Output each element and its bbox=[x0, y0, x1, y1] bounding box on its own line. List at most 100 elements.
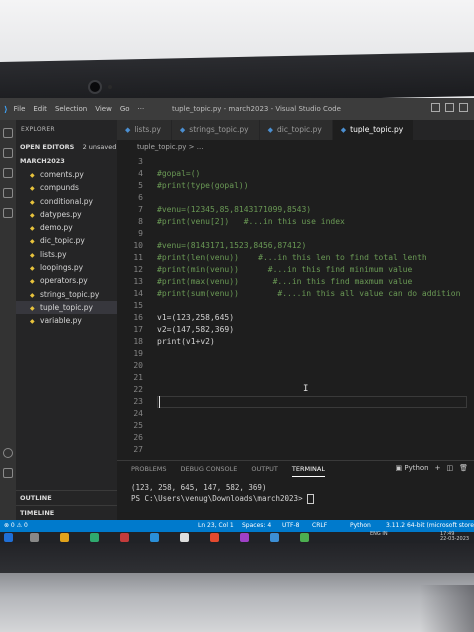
add-terminal-icon[interactable]: + bbox=[435, 464, 441, 472]
app-icon-blue[interactable] bbox=[150, 533, 159, 542]
python-interpreter[interactable]: 3.11.2 64-bit (microsoft store bbox=[386, 520, 474, 532]
terminal-shell-label[interactable]: ▣ Python bbox=[396, 464, 429, 472]
line-number: 27 bbox=[133, 445, 143, 454]
code-line: 14 #print(sum(venu)) #....in this all val… bbox=[117, 288, 460, 300]
panel-tab[interactable]: DEBUG CONSOLE bbox=[180, 461, 237, 477]
menu-item[interactable]: Selection bbox=[55, 105, 87, 113]
unsaved-badge: 2 unsaved bbox=[82, 143, 117, 151]
file-name: conditional.py bbox=[40, 196, 93, 206]
line-text: #print(max(venu)) #...in this find maxmu… bbox=[157, 277, 413, 286]
line-text: v1=(123,258,645) bbox=[157, 313, 235, 322]
clock-date[interactable]: 22-03-2023 bbox=[440, 536, 469, 543]
menu-item[interactable]: Edit bbox=[33, 105, 47, 113]
explorer-icon[interactable] bbox=[3, 128, 13, 138]
menu-item[interactable]: File bbox=[14, 105, 26, 113]
panel-tab[interactable]: OUTPUT bbox=[251, 461, 278, 477]
file-item[interactable]: ◆ datypes.py bbox=[16, 208, 117, 221]
app-icon-white[interactable] bbox=[180, 533, 189, 542]
line-number: 16 bbox=[133, 313, 143, 322]
file-item[interactable]: ◆ lists.py bbox=[16, 248, 117, 261]
file-item[interactable]: ◆ demo.py bbox=[16, 221, 117, 234]
indentation[interactable]: Spaces: 4 bbox=[242, 520, 271, 532]
terminal-output[interactable]: (123, 258, 645, 147, 582, 369) PS C:\Use… bbox=[117, 482, 474, 504]
gear-icon[interactable] bbox=[3, 468, 13, 478]
python-file-icon: ◆ bbox=[30, 238, 35, 246]
code-line: 6 bbox=[117, 192, 157, 204]
trash-icon[interactable]: 🗑 bbox=[459, 464, 468, 472]
tab-label: strings_topic.py bbox=[189, 125, 249, 134]
toggle-secondary-icon[interactable] bbox=[459, 103, 468, 112]
line-text: print(v1+v2) bbox=[157, 337, 215, 346]
line-number: 13 bbox=[133, 277, 143, 286]
app-icon-purple[interactable] bbox=[240, 533, 249, 542]
cursor-position[interactable]: Ln 23, Col 1 bbox=[198, 520, 234, 532]
file-item[interactable]: ◆ coments.py bbox=[16, 168, 117, 181]
editor-tab[interactable]: ◆ dic_topic.py bbox=[259, 120, 333, 140]
editor-tab[interactable]: ◆ tuple_topic.py bbox=[332, 120, 415, 140]
editor-tab[interactable]: ◆ lists.py bbox=[117, 120, 172, 140]
file-item[interactable]: ◆ tuple_topic.py bbox=[16, 300, 117, 315]
file-name: strings_topic.py bbox=[40, 289, 100, 299]
windows-start-icon[interactable] bbox=[4, 533, 13, 542]
menu-item[interactable]: View bbox=[95, 105, 112, 113]
window-title: tuple_topic.py - march2023 - Visual Stud… bbox=[172, 105, 341, 113]
file-item[interactable]: ◆ dic_topic.py bbox=[16, 234, 117, 247]
open-editors-section[interactable]: OPEN EDITORS 2 unsaved bbox=[16, 140, 117, 154]
encoding[interactable]: UTF-8 bbox=[282, 520, 300, 532]
vscode-taskbar-icon[interactable] bbox=[270, 533, 279, 542]
file-name: operators.py bbox=[40, 276, 88, 286]
editor-tab[interactable]: ◆ strings_topic.py bbox=[171, 120, 260, 140]
code-line: 5 #print(type(gopal)) bbox=[117, 180, 249, 192]
panel-tab[interactable]: PROBLEMS bbox=[131, 461, 166, 477]
python-file-icon: ◆ bbox=[125, 126, 131, 134]
file-item[interactable]: ◆ compunds bbox=[16, 181, 117, 194]
python-file-icon: ◆ bbox=[30, 304, 35, 312]
python-file-icon: ◆ bbox=[30, 251, 35, 259]
folder-section[interactable]: MARCH2023 bbox=[16, 154, 117, 168]
menu-item[interactable]: Go bbox=[120, 105, 130, 113]
toggle-sidebar-icon[interactable] bbox=[431, 103, 440, 112]
code-line: 10 #venu=(8143171,1523,8456,87412) bbox=[117, 240, 306, 252]
outline-section[interactable]: OUTLINE bbox=[16, 490, 117, 505]
breadcrumb[interactable]: tuple_topic.py > ... bbox=[117, 140, 474, 154]
code-line: 24 bbox=[117, 408, 157, 420]
file-item[interactable]: ◆ operators.py bbox=[16, 274, 117, 287]
panel-tab[interactable]: TERMINAL bbox=[291, 461, 325, 477]
split-terminal-icon[interactable]: ◫ bbox=[446, 464, 453, 472]
code-editor[interactable]: I 3 4 #gopal=() 5 #print(type(gopal)) 6 7 #venu… bbox=[117, 156, 474, 464]
app-icon-green[interactable] bbox=[300, 533, 309, 542]
menu-item[interactable]: ··· bbox=[138, 105, 145, 113]
chrome-icon[interactable] bbox=[210, 533, 219, 542]
code-line: 11 #print(len(venu)) #...in this len to f… bbox=[117, 252, 426, 264]
line-number: 3 bbox=[138, 157, 143, 166]
edge-icon[interactable] bbox=[90, 533, 99, 542]
toggle-panel-icon[interactable] bbox=[445, 103, 454, 112]
file-name: variable.py bbox=[40, 316, 82, 326]
line-ending[interactable]: CRLF bbox=[312, 520, 327, 532]
language-mode[interactable]: Python bbox=[350, 520, 371, 532]
code-line: 13 #print(max(venu)) #...in this find max… bbox=[117, 276, 412, 288]
file-item[interactable]: ◆ strings_topic.py bbox=[16, 288, 117, 301]
timeline-section[interactable]: TIMELINE bbox=[16, 505, 117, 520]
tab-label: lists.py bbox=[134, 125, 161, 134]
webcam-led bbox=[108, 85, 112, 89]
file-explorer-icon[interactable] bbox=[60, 533, 69, 542]
account-icon[interactable] bbox=[3, 448, 13, 458]
file-item[interactable]: ◆ variable.py bbox=[16, 314, 117, 327]
input-language[interactable]: ENG IN bbox=[370, 531, 388, 538]
search-icon[interactable] bbox=[3, 148, 13, 158]
file-list: ◆ coments.py ◆ compunds ◆ conditional.py ◆ daty… bbox=[16, 168, 117, 328]
extensions-icon[interactable] bbox=[3, 208, 13, 218]
file-item[interactable]: ◆ conditional.py bbox=[16, 195, 117, 208]
code-line: 21 bbox=[117, 372, 157, 384]
app-icon-red[interactable] bbox=[120, 533, 129, 542]
python-file-icon: ◆ bbox=[30, 278, 35, 286]
run-debug-icon[interactable] bbox=[3, 188, 13, 198]
search-taskbar-icon[interactable] bbox=[30, 533, 39, 542]
line-text: #print(type(gopal)) bbox=[157, 181, 249, 190]
line-number: 12 bbox=[133, 265, 143, 274]
source-control-icon[interactable] bbox=[3, 168, 13, 178]
file-item[interactable]: ◆ loopings.py bbox=[16, 261, 117, 274]
explorer-sidebar: EXPLORER OPEN EDITORS 2 unsaved MARCH202… bbox=[16, 120, 117, 520]
problems-count[interactable]: ⊗ 0 ⚠ 0 bbox=[4, 520, 28, 532]
